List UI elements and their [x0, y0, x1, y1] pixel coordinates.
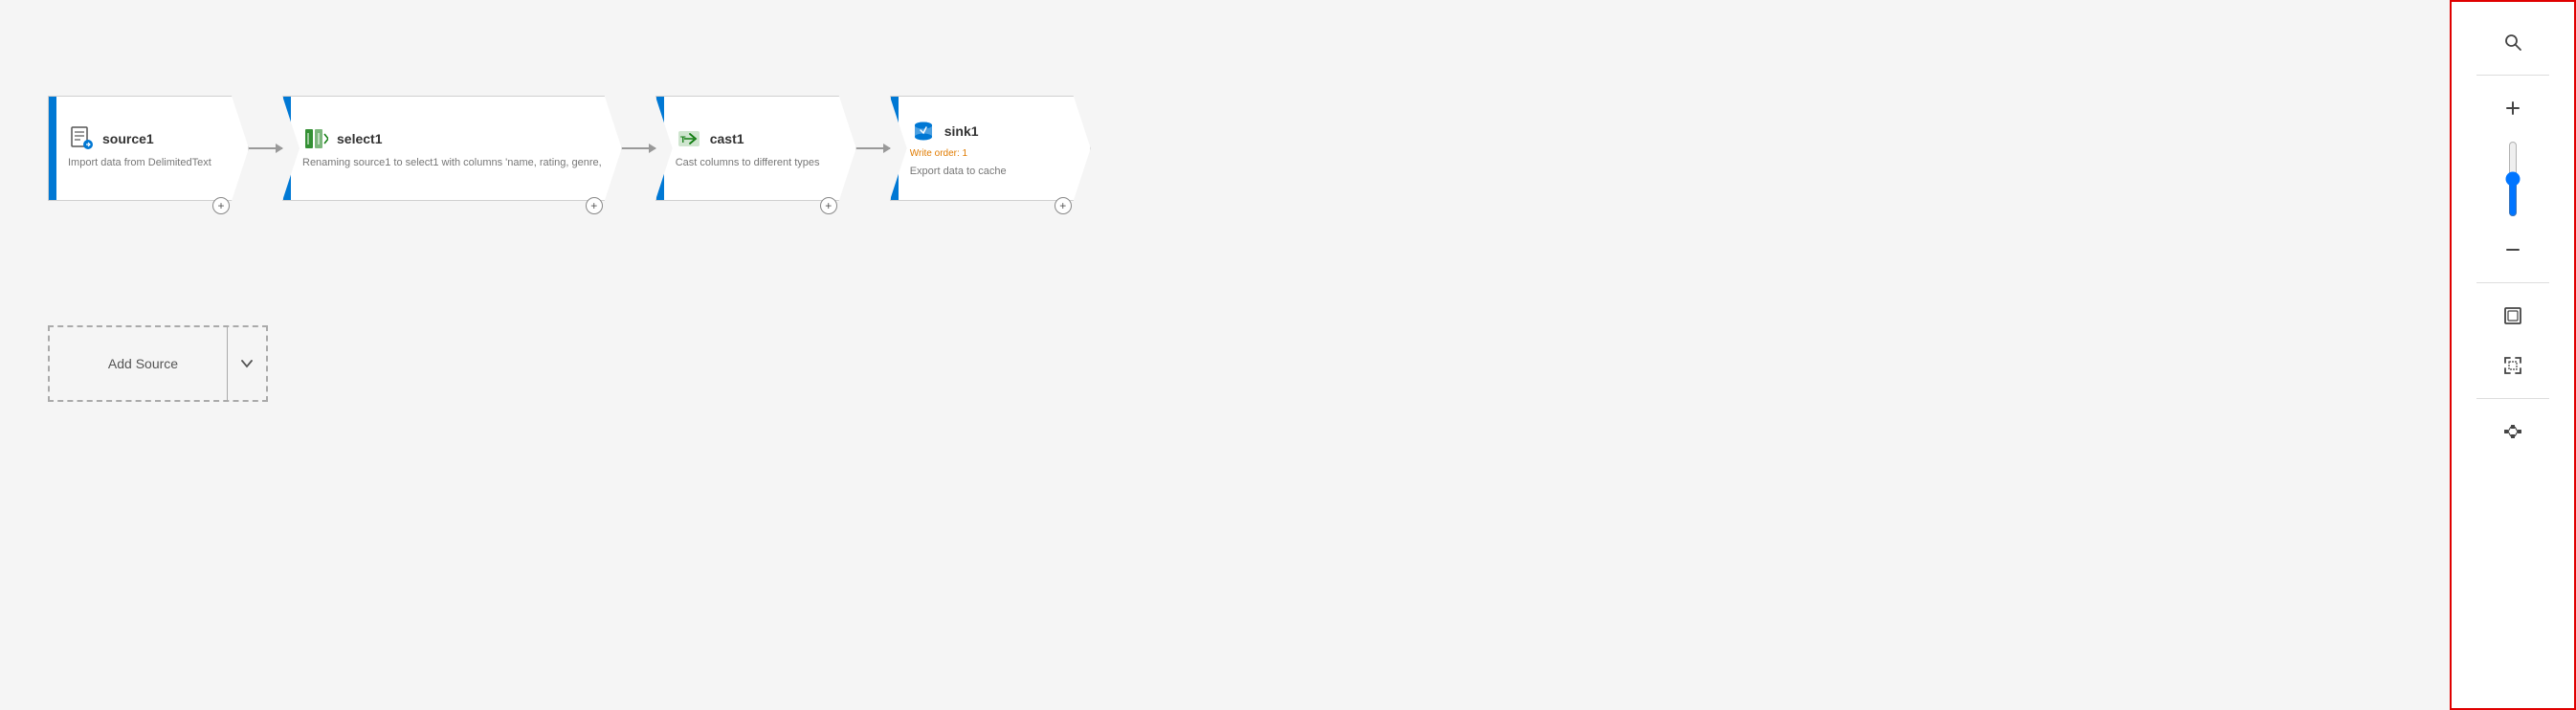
node-icon-title-2: select1 — [302, 125, 602, 152]
node-content-4: sink1 Write order: 1 Export data to cach… — [899, 97, 1066, 200]
node-source1[interactable]: source1 Import data from DelimitedText + — [48, 96, 249, 201]
node-icon-title-3: T cast1 — [676, 125, 820, 152]
search-icon — [2503, 33, 2522, 52]
zoom-slider-container — [2503, 141, 2522, 217]
canvas-area: source1 Import data from DelimitedText + — [0, 0, 2450, 710]
node-left-bar — [49, 97, 56, 200]
fit-selection-button[interactable] — [2492, 344, 2534, 387]
select1-title: select1 — [337, 131, 382, 146]
sink1-plus-button[interactable]: + — [1055, 197, 1072, 214]
cast-icon: T — [676, 125, 702, 152]
source1-title: source1 — [102, 131, 154, 146]
zoom-in-button[interactable] — [2492, 87, 2534, 129]
fit-view-icon — [2503, 306, 2522, 325]
node-content: source1 Import data from DelimitedText — [56, 97, 231, 200]
fit-view-button[interactable] — [2492, 295, 2534, 337]
pipeline-container: source1 Import data from DelimitedText + — [48, 96, 1091, 201]
source1-subtitle: Import data from DelimitedText — [68, 156, 211, 170]
search-button[interactable] — [2492, 21, 2534, 63]
source1-plus-button[interactable]: + — [212, 197, 230, 214]
toolbar-separator-1 — [2476, 75, 2550, 76]
select1-plus-button[interactable]: + — [586, 197, 603, 214]
sink1-subtitle: Export data to cache — [910, 165, 1047, 179]
add-source-box[interactable]: Add Source — [48, 325, 268, 402]
right-toolbar — [2450, 0, 2576, 710]
zoom-out-button[interactable] — [2492, 229, 2534, 271]
node-cast1[interactable]: T cast1 Cast columns to different types … — [655, 96, 856, 201]
graph-layout-button[interactable] — [2492, 410, 2534, 453]
node-left-bar-2 — [283, 97, 291, 200]
node-select1[interactable]: select1 Renaming source1 to select1 with… — [282, 96, 622, 201]
node-left-bar-3 — [656, 97, 664, 200]
sink1-title: sink1 — [944, 123, 979, 139]
node-icon-title-4: sink1 — [910, 118, 1047, 144]
sink1-write-order: Write order: 1 — [910, 148, 1047, 159]
svg-text:T: T — [680, 135, 686, 144]
source-icon — [68, 125, 95, 152]
sink-icon — [910, 118, 937, 144]
connector-2-3 — [622, 147, 655, 149]
connector-3-4 — [856, 147, 890, 149]
add-source-label: Add Source — [50, 356, 227, 371]
connector-1-2 — [249, 147, 282, 149]
toolbar-separator-3 — [2476, 398, 2550, 399]
cast1-plus-button[interactable]: + — [820, 197, 837, 214]
zoom-in-icon — [2503, 99, 2522, 118]
add-source-chevron[interactable] — [228, 356, 266, 371]
zoom-out-icon — [2503, 240, 2522, 259]
cast1-subtitle: Cast columns to different types — [676, 156, 820, 170]
node-content-2: select1 Renaming source1 to select1 with… — [291, 97, 621, 200]
node-content-3: T cast1 Cast columns to different types — [664, 97, 839, 200]
fit-selection-icon — [2503, 356, 2522, 375]
cast1-title: cast1 — [710, 131, 744, 146]
zoom-slider[interactable] — [2503, 141, 2522, 217]
graph-layout-icon — [2503, 422, 2522, 441]
select1-subtitle: Renaming source1 to select1 with columns… — [302, 156, 602, 170]
node-sink1[interactable]: sink1 Write order: 1 Export data to cach… — [890, 96, 1091, 201]
node-left-bar-4 — [891, 97, 899, 200]
node-icon-title: source1 — [68, 125, 211, 152]
toolbar-separator-2 — [2476, 282, 2550, 283]
select-icon — [302, 125, 329, 152]
